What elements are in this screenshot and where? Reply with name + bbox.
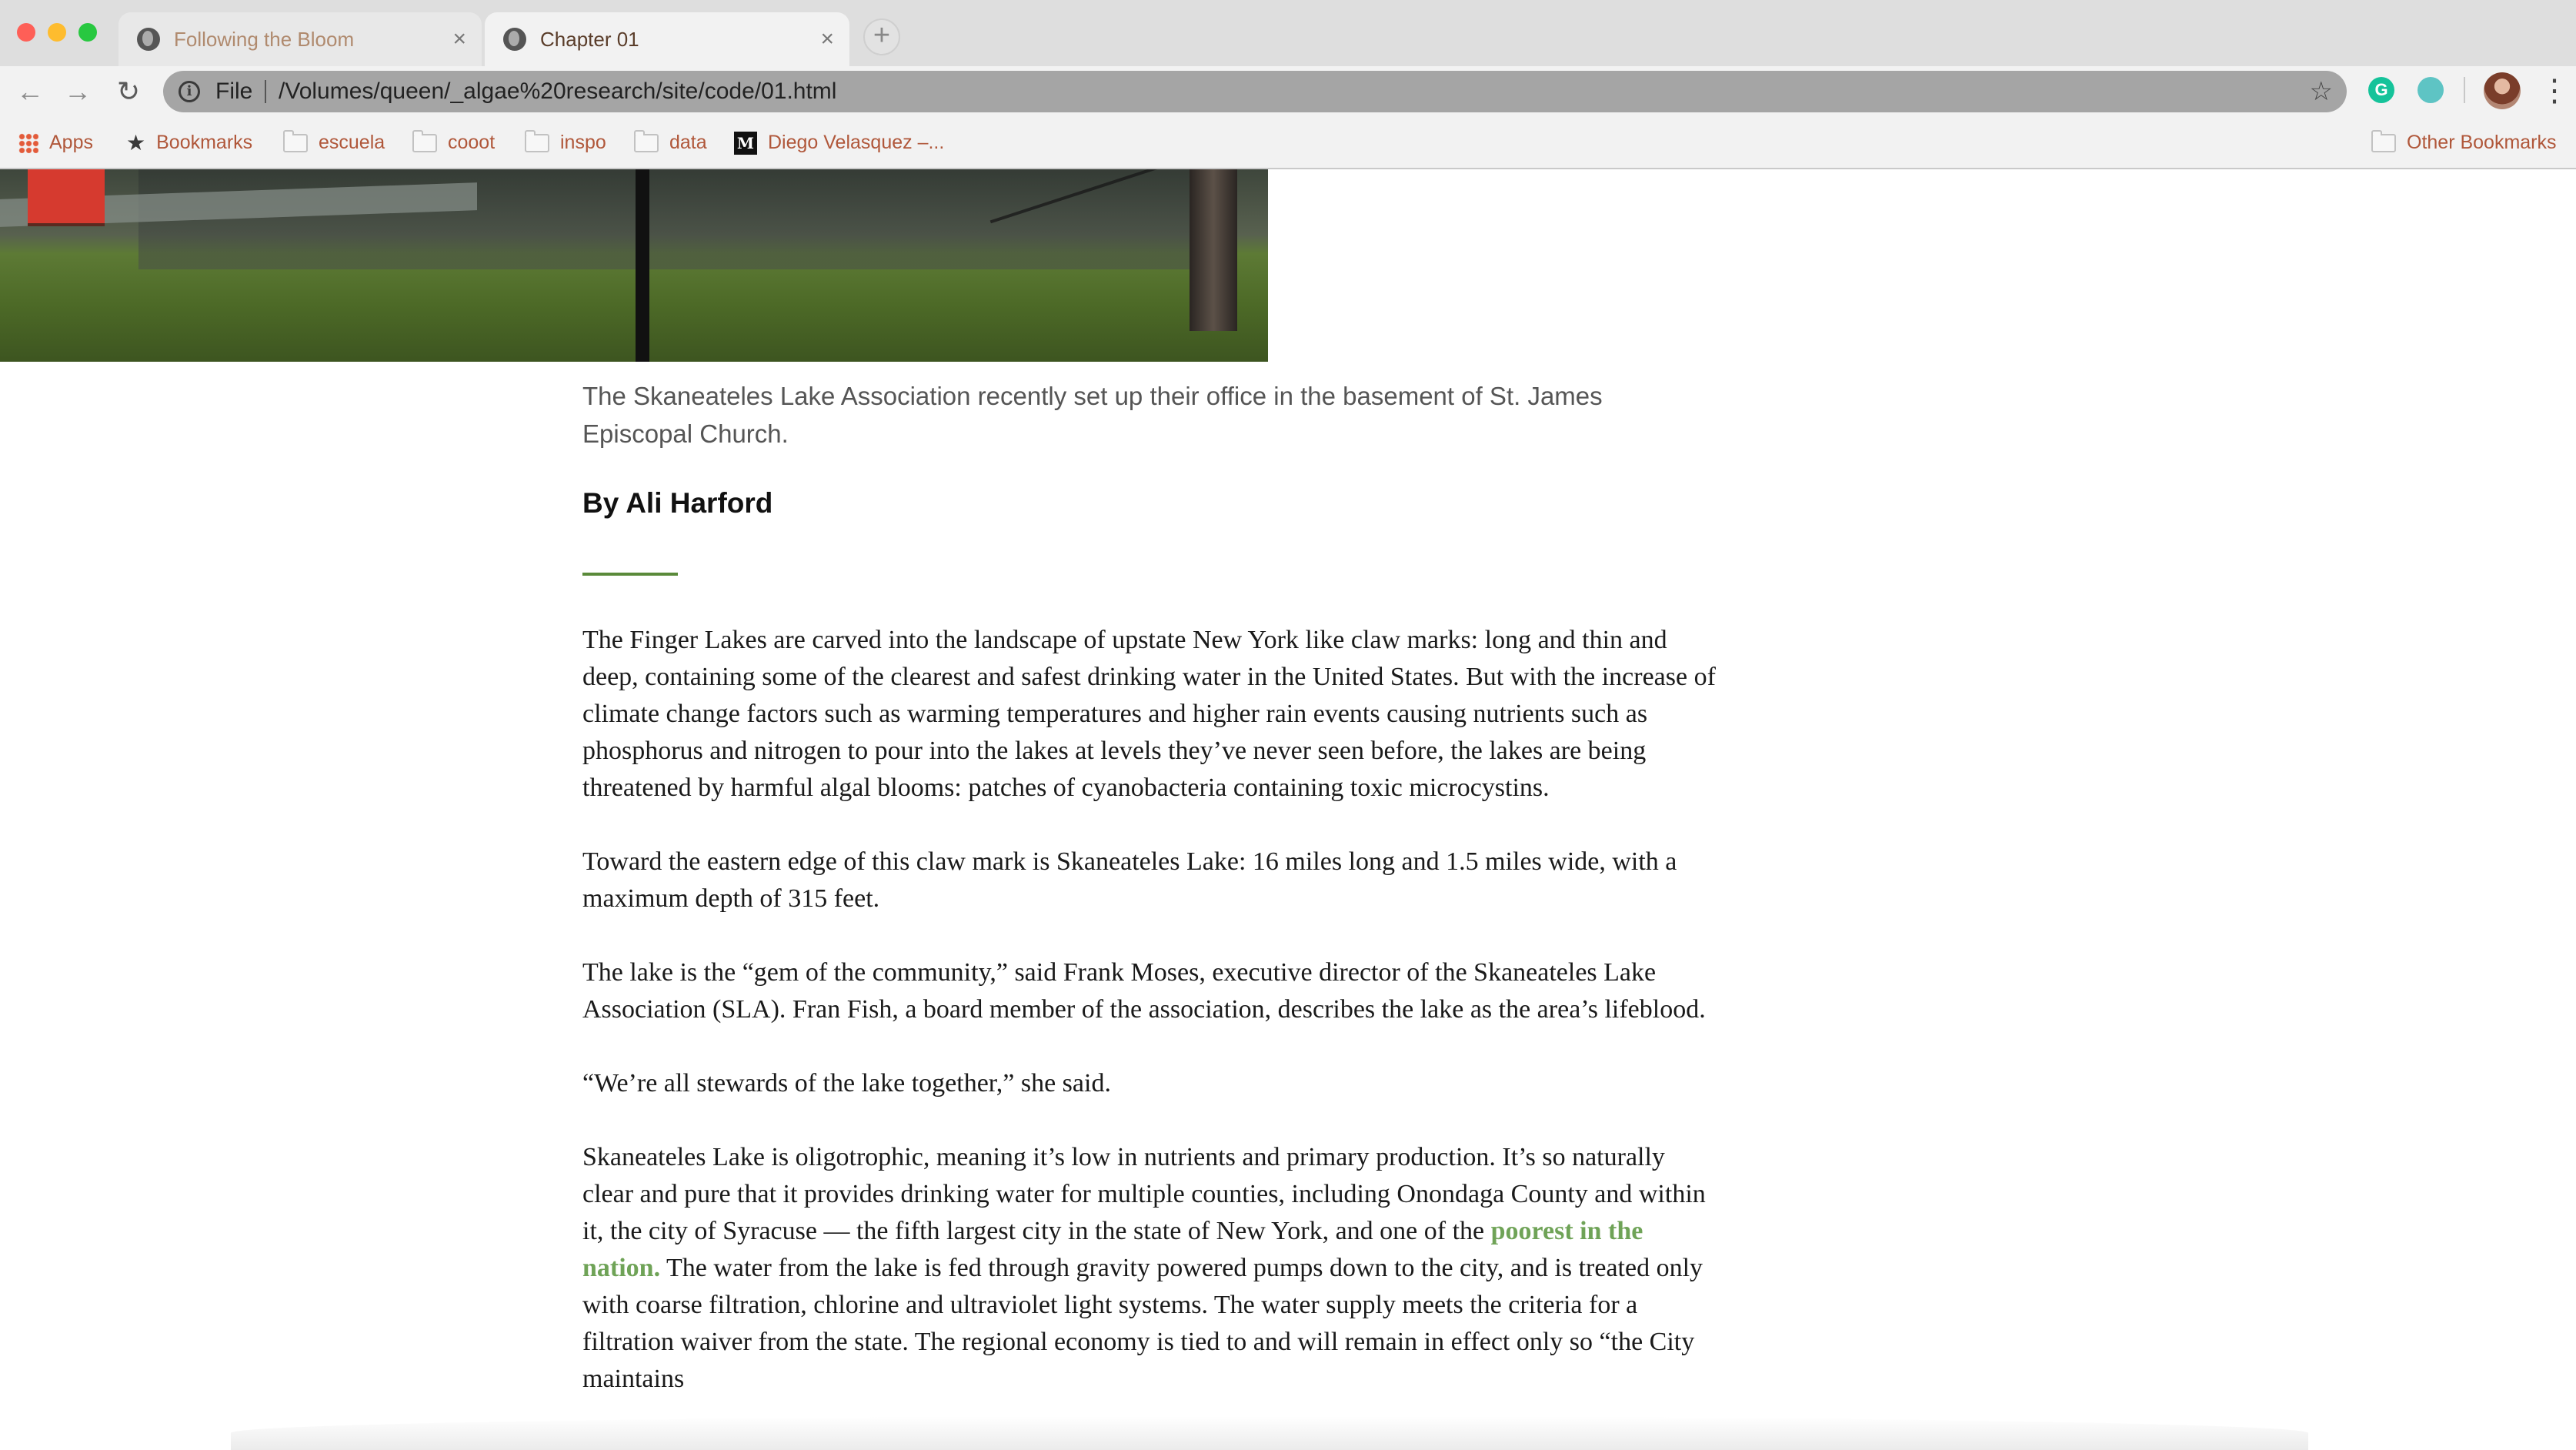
minimize-window-button[interactable] (48, 23, 66, 42)
toolbar-divider (2464, 77, 2465, 103)
paragraph: The Finger Lakes are carved into the lan… (582, 626, 1716, 802)
byline: By Ali Harford (582, 487, 773, 519)
maximize-window-button[interactable] (78, 23, 97, 42)
folder-icon (634, 130, 659, 153)
bookmark-star-icon[interactable]: ☆ (2310, 77, 2333, 106)
folder-icon (525, 130, 549, 153)
bookmark-diego-velasquez[interactable]: M Diego Velasquez –... (734, 129, 944, 155)
reload-icon[interactable]: ↻ (109, 72, 148, 111)
divider-rule (582, 573, 678, 576)
close-window-button[interactable] (17, 23, 35, 42)
paragraph-text: The water from the lake is fed through g… (582, 1254, 1703, 1393)
red-sign (28, 169, 105, 223)
paragraph: “We’re all stewards of the lake together… (582, 1069, 1111, 1098)
tab-following-the-bloom[interactable]: Following the Bloom × (118, 12, 482, 66)
scroll-shadow (231, 1416, 2308, 1450)
medium-logo-icon: M (734, 132, 757, 155)
info-icon[interactable]: i (179, 81, 200, 102)
other-bookmarks-label: Other Bookmarks (2407, 132, 2557, 153)
tab-title: Chapter 01 (540, 28, 639, 51)
bookmark-label: Apps (49, 132, 93, 153)
paragraph: Skaneateles Lake is oligotrophic, meanin… (582, 1139, 1718, 1398)
browser-toolbar: ← → ↻ i File /Volumes/queen/_algae%20res… (0, 66, 2576, 117)
bookmarks-bar: Apps ★ Bookmarks escuela cooot inspo data… (0, 117, 2576, 169)
paragraph: The lake is the “gem of the community,” … (582, 958, 1706, 1024)
article-body: The Finger Lakes are carved into the lan… (582, 622, 1718, 1435)
bookmark-label: cooot (448, 132, 496, 153)
other-bookmarks[interactable]: Other Bookmarks (2371, 129, 2557, 155)
bookmark-cooot[interactable]: cooot (412, 129, 495, 155)
tab-title: Following the Bloom (174, 28, 355, 51)
bookmark-data[interactable]: data (634, 129, 707, 155)
bookmark-bookmarks[interactable]: ★ Bookmarks (126, 129, 252, 155)
tab-chapter-01[interactable]: Chapter 01 × (485, 12, 849, 66)
bookmark-label: Bookmarks (156, 132, 253, 153)
url-scheme-label: File (215, 79, 253, 104)
grammarly-extension-icon[interactable]: G (2368, 77, 2394, 103)
apps-grid-icon (18, 133, 38, 154)
tab-close-icon[interactable]: × (452, 26, 466, 52)
address-bar[interactable]: i File /Volumes/queen/_algae%20research/… (163, 71, 2347, 112)
tree-trunk (1190, 169, 1237, 331)
tab-close-icon[interactable]: × (820, 26, 834, 52)
hero-photo (0, 169, 1268, 362)
bookmark-escuela[interactable]: escuela (283, 129, 385, 155)
folder-icon (283, 130, 308, 153)
tab-strip: Following the Bloom × Chapter 01 × + (0, 0, 2576, 66)
bookmark-label: Diego Velasquez –... (768, 132, 945, 153)
url-text[interactable]: /Volumes/queen/_algae%20research/site/co… (279, 79, 836, 105)
paragraph: Toward the eastern edge of this claw mar… (582, 847, 1677, 913)
folder-icon (412, 130, 437, 153)
bookmark-apps[interactable]: Apps (18, 129, 93, 155)
more-menu-icon[interactable]: ⋮ (2539, 72, 2570, 111)
folder-icon (2371, 130, 2396, 153)
star-icon: ★ (126, 131, 146, 155)
globe-icon (137, 28, 160, 51)
extension-icon[interactable] (2418, 77, 2444, 103)
address-divider (265, 80, 266, 103)
new-tab-button[interactable]: + (863, 18, 900, 55)
church-wall (138, 169, 1231, 269)
bookmark-inspo[interactable]: inspo (525, 129, 606, 155)
bookmark-label: escuela (319, 132, 385, 153)
lamp-post (636, 169, 649, 362)
bookmark-label: data (669, 132, 707, 153)
globe-icon (503, 28, 526, 51)
bookmark-label: inspo (560, 132, 606, 153)
forward-arrow-icon[interactable]: → (58, 72, 97, 111)
profile-avatar[interactable] (2484, 72, 2521, 109)
photo-caption: The Skaneateles Lake Association recentl… (582, 382, 1603, 448)
back-arrow-icon[interactable]: ← (11, 72, 49, 111)
